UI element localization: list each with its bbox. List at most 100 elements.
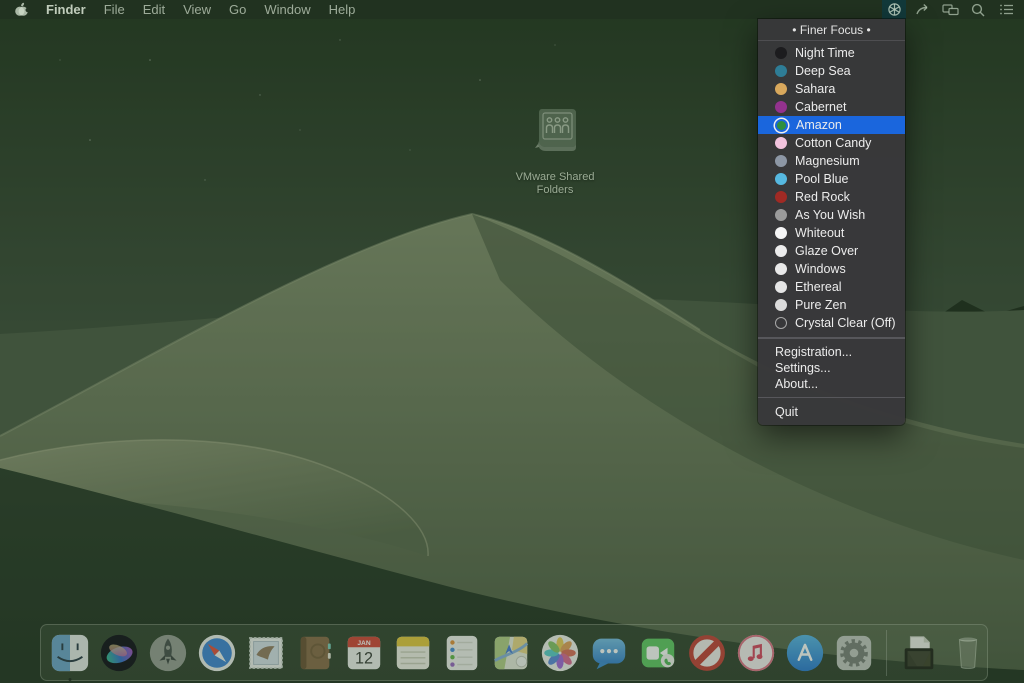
menu-item-quit[interactable]: Quit (758, 403, 905, 421)
desktop-screen: VMware Shared Folders (0, 0, 1024, 683)
launchpad-icon[interactable] (147, 632, 189, 674)
theme-dot (775, 155, 787, 167)
running-indicator (69, 678, 72, 681)
menubar-item-finder[interactable]: Finder (37, 0, 95, 19)
menubar-status-area (882, 0, 1018, 19)
siri-icon[interactable] (98, 632, 140, 674)
system-preferences-icon[interactable] (833, 632, 875, 674)
finer-focus-icon[interactable] (882, 0, 906, 19)
menu-item-sahara[interactable]: Sahara (758, 80, 905, 98)
menu-item-deep-sea[interactable]: Deep Sea (758, 62, 905, 80)
calendar-icon[interactable]: JAN 12 (343, 632, 385, 674)
menu-item-about[interactable]: About... (758, 376, 905, 392)
menu-item-settings[interactable]: Settings... (758, 360, 905, 376)
theme-dot (775, 101, 787, 113)
menu-item-cotton-candy[interactable]: Cotton Candy (758, 134, 905, 152)
menu-item-red-rock[interactable]: Red Rock (758, 188, 905, 206)
theme-dot (775, 137, 787, 149)
menu-item-label: Red Rock (795, 188, 850, 206)
menubar: Finder File Edit View Go Window Help (0, 0, 1024, 19)
menubar-item-go[interactable]: Go (220, 0, 255, 19)
menu-item-label: As You Wish (795, 206, 865, 224)
theme-dot (775, 263, 787, 275)
apple-menu[interactable] (14, 2, 29, 18)
apple-logo-icon (14, 2, 29, 18)
theme-dot (775, 227, 787, 239)
menu-item-crystal-clear-off[interactable]: Crystal Clear (Off) (758, 314, 905, 332)
menu-item-pure-zen[interactable]: Pure Zen (758, 296, 905, 314)
finer-focus-menu: • Finer Focus • Night Time Deep Sea Saha… (758, 19, 905, 425)
menu-item-label: Glaze Over (795, 242, 858, 260)
theme-dot (775, 245, 787, 257)
contacts-icon[interactable] (294, 632, 336, 674)
theme-dot-hollow (775, 317, 787, 329)
menu-item-label: Ethereal (795, 278, 842, 296)
app-store-icon[interactable] (784, 632, 826, 674)
theme-dot (775, 65, 787, 77)
menu-item-label: Whiteout (795, 224, 844, 242)
menubar-item-edit[interactable]: Edit (134, 0, 174, 19)
menu-item-label: Magnesium (795, 152, 860, 170)
facetime-icon[interactable] (637, 632, 679, 674)
menu-item-magnesium[interactable]: Magnesium (758, 152, 905, 170)
messages-icon[interactable] (588, 632, 630, 674)
desktop-icon-label: VMware Shared Folders (503, 171, 607, 197)
menu-item-label: Settings... (775, 360, 831, 376)
trash-icon[interactable] (947, 632, 989, 674)
menu-item-label: Amazon (796, 116, 842, 134)
calendar-month: JAN (357, 639, 371, 646)
menu-item-label: Cotton Candy (795, 134, 871, 152)
theme-dot (775, 281, 787, 293)
downloads-stack-icon[interactable] (898, 632, 940, 674)
finder-icon[interactable] (49, 632, 91, 674)
dock-separator (886, 630, 887, 676)
menu-item-label: Sahara (795, 80, 835, 98)
menu-item-as-you-wish[interactable]: As You Wish (758, 206, 905, 224)
notification-center-icon[interactable] (994, 0, 1018, 19)
menu-item-pool-blue[interactable]: Pool Blue (758, 170, 905, 188)
theme-dot (775, 83, 787, 95)
menu-item-windows[interactable]: Windows (758, 260, 905, 278)
menubar-item-window[interactable]: Window (255, 0, 319, 19)
calendar-day: 12 (355, 649, 373, 667)
menu-item-registration[interactable]: Registration... (758, 344, 905, 360)
menu-item-label: Crystal Clear (Off) (795, 314, 895, 332)
menu-item-amazon-selected[interactable]: Amazon (758, 116, 905, 134)
menu-item-label: Deep Sea (795, 62, 851, 80)
vmware-tools-icon[interactable] (910, 0, 934, 19)
theme-dot (775, 47, 787, 59)
menubar-item-help[interactable]: Help (320, 0, 365, 19)
menubar-item-view[interactable]: View (174, 0, 220, 19)
news-unavailable-icon[interactable] (686, 632, 728, 674)
notes-icon[interactable] (392, 632, 434, 674)
menu-item-label: Registration... (775, 344, 852, 360)
theme-dot (775, 173, 787, 185)
safari-icon[interactable] (196, 632, 238, 674)
menu-title: • Finer Focus • (758, 19, 905, 41)
photos-icon[interactable] (539, 632, 581, 674)
theme-dot (775, 299, 787, 311)
menu-separator (758, 397, 905, 399)
shared-folders-drive-icon (526, 103, 584, 166)
menu-item-label: Cabernet (795, 98, 846, 116)
desktop-icon-vmware-shared-folders[interactable]: VMware Shared Folders (503, 103, 607, 197)
menu-item-whiteout[interactable]: Whiteout (758, 224, 905, 242)
menu-item-cabernet[interactable]: Cabernet (758, 98, 905, 116)
reminders-icon[interactable] (441, 632, 483, 674)
theme-dot-selected (775, 119, 788, 132)
menu-item-glaze-over[interactable]: Glaze Over (758, 242, 905, 260)
menubar-item-file[interactable]: File (95, 0, 134, 19)
itunes-icon[interactable] (735, 632, 777, 674)
menu-item-ethereal[interactable]: Ethereal (758, 278, 905, 296)
menu-separator (758, 337, 905, 339)
menu-item-label: Night Time (795, 44, 855, 62)
mail-icon[interactable] (245, 632, 287, 674)
displays-icon[interactable] (938, 0, 962, 19)
menu-item-label: Quit (775, 403, 798, 421)
theme-dot (775, 209, 787, 221)
spotlight-icon[interactable] (966, 0, 990, 19)
menu-item-night-time[interactable]: Night Time (758, 44, 905, 62)
maps-icon[interactable] (490, 632, 532, 674)
menu-item-label: Pure Zen (795, 296, 846, 314)
menu-item-label: Pool Blue (795, 170, 849, 188)
